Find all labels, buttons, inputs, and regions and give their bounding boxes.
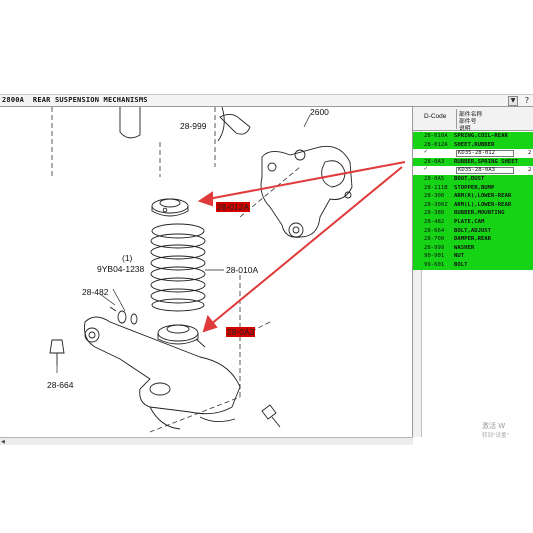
adjust-bolt xyxy=(49,339,65,354)
part-desc: STOPPER,BUMP xyxy=(454,184,495,191)
header-divider xyxy=(456,109,457,129)
callout-9YB04-1238[interactable]: 9YB04-1238 xyxy=(97,264,144,274)
part-code: 28-482 xyxy=(424,218,445,225)
part-code: 28-010A xyxy=(424,133,448,139)
part-code: 90-901 xyxy=(424,253,445,260)
highlighted-label-28-0A3[interactable]: 28-0A3 xyxy=(226,327,256,337)
part-code: 28-380 xyxy=(424,210,445,217)
part-row-90-901[interactable]: 90-901 NUT xyxy=(413,252,533,261)
help-icon[interactable]: ? xyxy=(522,96,532,106)
arrow-head-2 xyxy=(202,314,218,333)
part-code: 28-111B xyxy=(424,184,448,191)
callout-28-664[interactable]: 28-664 xyxy=(47,380,73,390)
part-row-28-012A[interactable]: 28-012A SHEET,RUBBER xyxy=(413,140,533,150)
part-desc: WASHER xyxy=(454,244,475,251)
part-code: 28-999 xyxy=(424,244,445,251)
arrow-to-28-0A3 xyxy=(209,166,403,326)
part-desc: DAMPER,REAR xyxy=(454,236,492,243)
part-desc: ARM(L),LOWER-REAR xyxy=(454,201,512,208)
parts-list-header: D-Code 部件名称 部件号 说明 xyxy=(413,107,533,132)
exploded-diagram-canvas[interactable]: 2600 28-999 28-010A (1) 9YB04-1238 28-48… xyxy=(0,107,413,437)
knuckle-outline xyxy=(260,145,353,238)
part-number-row-KD35-28-012[interactable]: ✓ KD35-28-012 2 xyxy=(413,148,533,158)
lower-arm-outline xyxy=(84,316,241,415)
cam-plate xyxy=(117,310,127,324)
check-icon[interactable]: ✓ xyxy=(424,165,428,174)
part-number-field[interactable]: KD35-28-0A3 xyxy=(456,167,514,175)
part-qty: 2 xyxy=(528,150,532,157)
part-code: 28-300 xyxy=(424,193,445,200)
part-row-28-999[interactable]: 28-999 WASHER xyxy=(413,243,533,253)
part-row-28-380[interactable]: 28-380 RUBBER,MOUNTING xyxy=(413,209,533,218)
part-code: 28-700 xyxy=(424,236,445,243)
header-code: D-Code xyxy=(424,113,447,120)
callout-28-010A[interactable]: 28-010A xyxy=(226,265,258,275)
callout-2600[interactable]: 2600 xyxy=(310,107,329,117)
callout-28-999[interactable]: 28-999 xyxy=(180,121,206,131)
part-number-row-KD35-28-0A3[interactable]: ✓ KD35-28-0A3 2 xyxy=(413,165,533,175)
part-desc: RUBBER,SPRING SHEET xyxy=(454,158,518,165)
part-row-28-0A3[interactable]: 28-0A3 RUBBER,SPRING SHEET xyxy=(413,157,533,167)
part-row-28-300[interactable]: 28-300 ARM(R),LOWER-REAR xyxy=(413,192,533,201)
part-row-99-601[interactable]: 99-601 BOLT xyxy=(413,260,533,270)
scroll-left-icon[interactable]: ◀ xyxy=(1,438,9,446)
part-row-28-010A[interactable]: 28-010A SPRING,COIL-REAR xyxy=(413,132,533,141)
part-row-28-0A5[interactable]: 28-0A5 BOOT,DUST xyxy=(413,174,533,184)
activation-watermark-sub: 转到"设置" xyxy=(482,433,510,439)
parts-list-panel: D-Code 部件名称 部件号 说明 28-010A SPRING,COIL-R… xyxy=(413,107,533,437)
part-desc: RUBBER,MOUNTING xyxy=(454,210,505,217)
bottom-bolt xyxy=(261,404,277,420)
part-row-28-664[interactable]: 28-664 BOLT,ADJUST xyxy=(413,226,533,236)
window-titlebar: 2800A REAR SUSPENSION MECHANISMS ▼ ? xyxy=(0,94,533,107)
part-row-28-482[interactable]: 28-482 PLATE,CAM xyxy=(413,217,533,227)
part-desc: BOLT,ADJUST xyxy=(454,227,492,234)
horizontal-scrollbar[interactable]: ◀ xyxy=(0,437,413,445)
part-code: 28-664 xyxy=(424,227,445,234)
callout-9YB04-qty: (1) xyxy=(122,253,133,263)
part-desc: NUT xyxy=(454,253,465,260)
arrow-to-28-012A xyxy=(207,161,406,200)
parts-list-rows: 28-010A SPRING,COIL-REAR 28-012A SHEET,R… xyxy=(413,132,533,270)
check-icon[interactable]: ✓ xyxy=(424,148,428,157)
rubber-sheet-upper xyxy=(151,198,189,214)
part-code: 28-300Z xyxy=(424,201,448,208)
part-code: 99-601 xyxy=(424,261,445,268)
part-row-28-111B[interactable]: 28-111B STOPPER,BUMP xyxy=(413,183,533,193)
header-description: 说明 xyxy=(459,126,471,132)
dropdown-button[interactable]: ▼ xyxy=(508,96,518,106)
part-qty: 2 xyxy=(528,167,532,174)
callout-28-482[interactable]: 28-482 xyxy=(82,287,108,297)
part-desc: SHEET,RUBBER xyxy=(454,141,495,148)
highlighted-label-28-012A[interactable]: 28-012A xyxy=(216,202,251,212)
part-row-28-700[interactable]: 28-700 DAMPER,REAR xyxy=(413,235,533,244)
part-number-field[interactable]: KD35-28-012 xyxy=(456,150,514,158)
part-code: 28-0A5 xyxy=(424,175,445,182)
highlight-arrows xyxy=(197,161,406,333)
arrow-head-1 xyxy=(197,191,213,207)
coil-spring xyxy=(150,223,206,312)
part-row-28-300Z[interactable]: 28-300Z ARM(L),LOWER-REAR xyxy=(413,200,533,210)
part-desc: BOLT xyxy=(454,261,468,268)
activation-watermark: 激活 W xyxy=(482,422,506,430)
damper-top xyxy=(119,107,141,139)
part-desc: SPRING,COIL-REAR xyxy=(454,133,508,139)
part-desc: PLATE,CAM xyxy=(454,218,485,225)
part-desc: ARM(R),LOWER-REAR xyxy=(454,193,512,200)
window-title: 2800A REAR SUSPENSION MECHANISMS xyxy=(2,96,148,104)
part-desc: BOOT,DUST xyxy=(454,175,485,182)
